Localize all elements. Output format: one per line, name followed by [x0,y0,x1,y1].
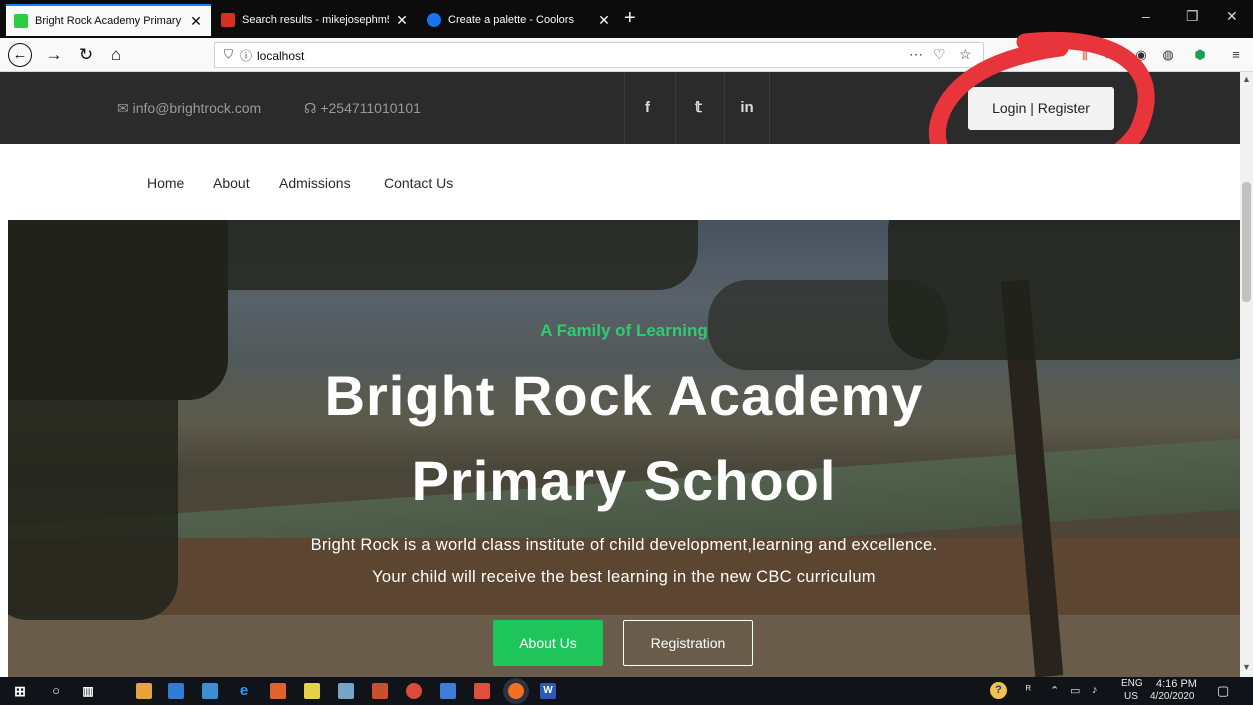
tab-gmail-search[interactable]: Search results - mikejosephm5... ✕ [213,4,417,36]
hero-title-line2: Primary School [411,449,837,512]
browser-tab-strip: Bright Rock Academy Primary School ✕ Sea… [0,0,1253,38]
reload-icon[interactable]: ↻ [74,43,98,67]
firefox-icon[interactable] [508,683,524,699]
shield-extension-icon[interactable]: ⬢ [1192,47,1208,63]
nav-contact-us[interactable]: Contact Us [384,175,453,191]
close-tab-icon[interactable]: ✕ [597,12,611,29]
home-icon[interactable]: ⌂ [104,43,128,67]
tab-title: Search results - mikejosephm5... [242,14,389,26]
chrome-icon[interactable] [406,683,422,699]
people-icon[interactable]: ᴿ [1026,684,1031,696]
hero-section: A Family of Learning Bright Rock Academy… [8,220,1240,677]
region-indicator[interactable]: US [1124,691,1138,702]
notes-icon[interactable] [304,683,320,699]
search-icon[interactable]: ○ [48,683,64,699]
headphones-icon: ☊ [304,100,317,116]
hero-tagline: A Family of Learning [540,321,708,340]
close-tab-icon[interactable]: ✕ [189,13,203,30]
notification-icon[interactable]: ▢ [1217,683,1229,699]
windows-start-icon[interactable]: ⊞ [12,683,28,699]
sidebar-icon[interactable]: ▭ [1103,47,1119,63]
browser-toolbar: ← → ↻ ⌂ ⛉ ⓘ localhost ⋯ ♡ ☆ ⫼ ▭ ◉ ◍ ⬢ ≡ [0,38,1253,72]
clock-time[interactable]: 4:16 PM [1156,678,1197,690]
app-icon[interactable] [338,683,354,699]
scroll-thumb[interactable] [1242,182,1251,302]
close-window-button[interactable]: ✕ [1226,8,1238,25]
tab-title: Create a palette - Coolors [448,14,574,26]
sublime-icon[interactable] [372,683,388,699]
app-icon[interactable] [440,683,456,699]
edge-icon[interactable]: e [236,683,252,699]
help-icon[interactable]: ? [990,682,1007,699]
git-icon[interactable] [474,683,490,699]
task-view-icon[interactable]: ▥ [80,683,96,699]
hero-title-line1: Bright Rock Academy [324,364,924,427]
chevron-up-icon[interactable]: ⌃ [1050,684,1059,697]
email-contact[interactable]: ✉ info@brightrock.com [117,100,261,117]
minimize-button[interactable]: – [1142,8,1150,24]
coolors-favicon-icon [427,13,441,27]
scroll-down-icon[interactable]: ▼ [1241,662,1252,672]
site-navigation: Home About Admissions Contact Us [0,144,1240,220]
volume-icon[interactable]: ♪ [1092,684,1098,696]
bookmark-star-icon[interactable]: ☆ [959,46,972,63]
linkedin-icon[interactable]: in [724,72,770,144]
login-register-button[interactable]: Login | Register [968,87,1114,130]
pocket-icon[interactable]: ♡ [933,46,946,63]
battery-icon[interactable]: ▭ [1070,684,1080,697]
close-tab-icon[interactable]: ✕ [395,12,409,29]
store-icon[interactable] [136,683,152,699]
language-indicator[interactable]: ENG [1121,678,1143,689]
library-icon[interactable]: ⫼ [1077,47,1093,63]
menu-icon[interactable]: ≡ [1228,47,1244,63]
tab-title: Bright Rock Academy Primary School [35,15,183,27]
page-actions-icon[interactable]: ⋯ [909,46,923,63]
clock-date[interactable]: 4/20/2020 [1150,691,1195,702]
extension-icon[interactable]: ◍ [1160,47,1176,63]
url-bar[interactable]: ⛉ ⓘ localhost ⋯ ♡ ☆ [214,42,984,68]
email-text[interactable]: info@brightrock.com [133,100,262,116]
gmail-favicon-icon [221,13,235,27]
maximize-button[interactable]: ❐ [1186,8,1199,25]
hero-lead-line1: Bright Rock is a world class institute o… [310,536,938,554]
tab-bright-rock[interactable]: Bright Rock Academy Primary School ✕ [6,4,211,36]
explorer-icon[interactable] [202,683,218,699]
phone-contact[interactable]: ☊ +254711010101 [304,100,421,117]
nav-admissions[interactable]: Admissions [279,175,351,191]
page-scrollbar[interactable]: ▲ ▼ [1240,72,1253,677]
scroll-up-icon[interactable]: ▲ [1241,74,1252,84]
url-text[interactable]: localhost [257,49,304,63]
nav-about[interactable]: About [213,175,250,191]
forward-arrow-icon[interactable]: → [42,43,66,67]
twitter-icon[interactable]: 𝕥 [675,72,721,144]
back-arrow-icon[interactable]: ← [8,43,32,67]
registration-button[interactable]: Registration [623,620,753,666]
mail-icon[interactable] [168,683,184,699]
account-icon[interactable]: ◉ [1133,47,1149,63]
hero-lead-line2: Your child will receive the best learnin… [372,568,876,586]
info-icon[interactable]: ⓘ [240,47,252,64]
school-favicon-icon [14,14,28,28]
about-us-button[interactable]: About Us [493,620,603,666]
app-icon[interactable] [270,683,286,699]
tab-coolors[interactable]: Create a palette - Coolors ✕ [419,4,619,36]
windows-taskbar: ⊞ ○ ▥ e W ? ᴿ ⌃ ▭ ♪ ENG US 4:16 PM 4/20/… [0,677,1253,705]
new-tab-button[interactable]: + [624,8,636,28]
facebook-icon[interactable]: f [624,72,670,144]
nav-home[interactable]: Home [147,175,184,191]
shield-icon[interactable]: ⛉ [224,47,233,62]
phone-text[interactable]: +254711010101 [320,100,421,116]
word-icon[interactable]: W [540,683,556,699]
envelope-icon: ✉ [117,100,129,116]
